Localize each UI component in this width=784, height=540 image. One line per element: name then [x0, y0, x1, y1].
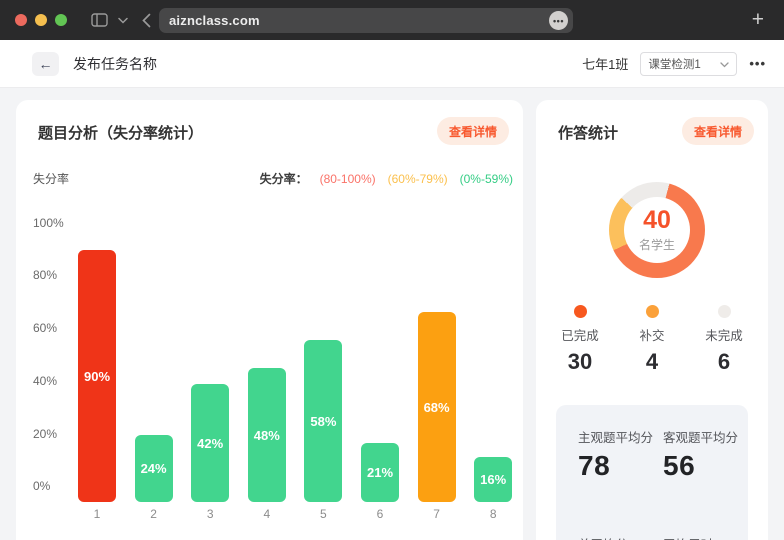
legend-label: 未完成 [705, 325, 743, 344]
x-axis-label: 7 [418, 507, 456, 521]
chart-legend: 失分率： (80-100%) (60%-79%) (0%-59%) [260, 170, 513, 187]
student-count-label: 名学生 [639, 236, 675, 253]
back-button[interactable]: ← [32, 52, 59, 76]
metric-label: 总平均分 [578, 534, 663, 540]
legend-value: 30 [568, 349, 592, 375]
bar-question-8[interactable]: 16% [474, 457, 512, 502]
x-axis-label: 8 [474, 507, 512, 521]
browser-chrome: aiznclass.com ••• + [0, 0, 784, 40]
analysis-view-details-button[interactable]: 查看详情 [437, 117, 509, 145]
legend-label: 补交 [639, 325, 664, 344]
donut-legend-item: 补交 4 [616, 305, 688, 375]
more-menu-button[interactable]: ••• [749, 56, 766, 71]
legend-dot-icon [646, 305, 659, 318]
y-axis-tick: 100% [33, 216, 64, 230]
y-axis-tick: 40% [33, 374, 57, 388]
donut-legend: 已完成 30 补交 4 未完成 6 [544, 305, 760, 375]
stats-view-details-button[interactable]: 查看详情 [682, 117, 754, 145]
metric-value: 56 [663, 450, 748, 482]
bar-value-label: 68% [424, 400, 450, 415]
y-axis-tick: 20% [33, 427, 57, 441]
legend-dot-icon [574, 305, 587, 318]
url-text: aiznclass.com [169, 13, 549, 28]
bar-question-7[interactable]: 68% [418, 312, 456, 502]
question-analysis-card: 题目分析（失分率统计） 查看详情 失分率 失分率： (80-100%) (60%-… [16, 100, 523, 540]
legend-value: 6 [718, 349, 730, 375]
donut-center: 40 名学生 [624, 197, 690, 263]
legend-range-mid: (60%-79%) [388, 172, 448, 186]
bar-value-label: 21% [367, 465, 393, 480]
legend-dot-icon [718, 305, 731, 318]
metric-item: 客观题平均分 56 [663, 427, 748, 508]
donut-legend-item: 未完成 6 [688, 305, 760, 375]
stats-card-title: 作答统计 [558, 122, 618, 143]
y-axis-title: 失分率 [33, 170, 69, 187]
bar-question-6[interactable]: 21% [361, 443, 399, 502]
task-select[interactable]: 课堂检测1 [640, 52, 737, 76]
x-axis-label: 5 [304, 507, 342, 521]
donut-legend-item: 已完成 30 [544, 305, 616, 375]
completion-donut-chart: 40 名学生 [609, 182, 705, 278]
page-header: ← 发布任务名称 七年1班 课堂检测1 ••• [0, 40, 784, 88]
class-name-label: 七年1班 [582, 54, 628, 73]
task-select-value: 课堂检测1 [648, 56, 720, 72]
metric-item: 平均用时3′45″ [663, 534, 748, 540]
legend-label: 已完成 [561, 325, 599, 344]
y-axis-tick: 80% [33, 268, 57, 282]
url-bar[interactable]: aiznclass.com ••• [159, 8, 573, 33]
select-chevron-down-icon [720, 55, 729, 73]
bar-value-label: 42% [197, 436, 223, 451]
bar-question-3[interactable]: 42% [191, 384, 229, 502]
y-axis-tick: 0% [33, 479, 50, 493]
url-more-icon[interactable]: ••• [549, 11, 568, 30]
bar-question-5[interactable]: 58% [304, 340, 342, 502]
student-count: 40 [643, 207, 671, 233]
close-window-button[interactable] [15, 14, 27, 26]
metric-label: 主观题平均分 [578, 427, 663, 446]
sidebar-icon[interactable] [91, 13, 108, 27]
metric-label: 客观题平均分 [663, 427, 748, 446]
bar-value-label: 16% [480, 472, 506, 487]
metric-item: 主观题平均分 78 [578, 427, 663, 508]
legend-value: 4 [646, 349, 658, 375]
legend-range-high: (80-100%) [320, 172, 376, 186]
back-nav-icon[interactable] [142, 13, 151, 28]
analysis-card-title: 题目分析（失分率统计） [38, 122, 203, 143]
x-axis-label: 6 [361, 507, 399, 521]
bar-value-label: 24% [141, 461, 167, 476]
chevron-down-icon[interactable] [118, 17, 128, 24]
bar-question-4[interactable]: 48% [248, 368, 286, 502]
x-axis-label: 1 [78, 507, 116, 521]
page-title: 发布任务名称 [73, 54, 157, 74]
bar-value-label: 48% [254, 428, 280, 443]
minimize-window-button[interactable] [35, 14, 47, 26]
window-controls [15, 14, 67, 26]
bar-value-label: 90% [84, 369, 110, 384]
y-axis-tick: 60% [33, 321, 57, 335]
legend-prefix: 失分率： [260, 170, 308, 187]
metric-value: 78 [578, 450, 663, 482]
answer-stats-card: 作答统计 查看详情 40 名学生 已完成 30 补交 4 未完成 6 主观题平均分 78客观… [536, 100, 768, 540]
x-axis-label: 2 [135, 507, 173, 521]
bar-question-2[interactable]: 24% [135, 435, 173, 502]
legend-range-low: (0%-59%) [460, 172, 513, 186]
maximize-window-button[interactable] [55, 14, 67, 26]
x-axis-label: 4 [248, 507, 286, 521]
metric-item: 总平均分72 [578, 534, 663, 540]
metric-label: 平均用时 [663, 534, 748, 540]
bar-value-label: 58% [310, 414, 336, 429]
x-axis-label: 3 [191, 507, 229, 521]
bar-question-1[interactable]: 90% [78, 250, 116, 502]
new-tab-button[interactable]: + [752, 8, 764, 32]
average-stats-panel: 主观题平均分 78客观题平均分 56 总平均分72平均用时3′45″ [556, 405, 748, 540]
